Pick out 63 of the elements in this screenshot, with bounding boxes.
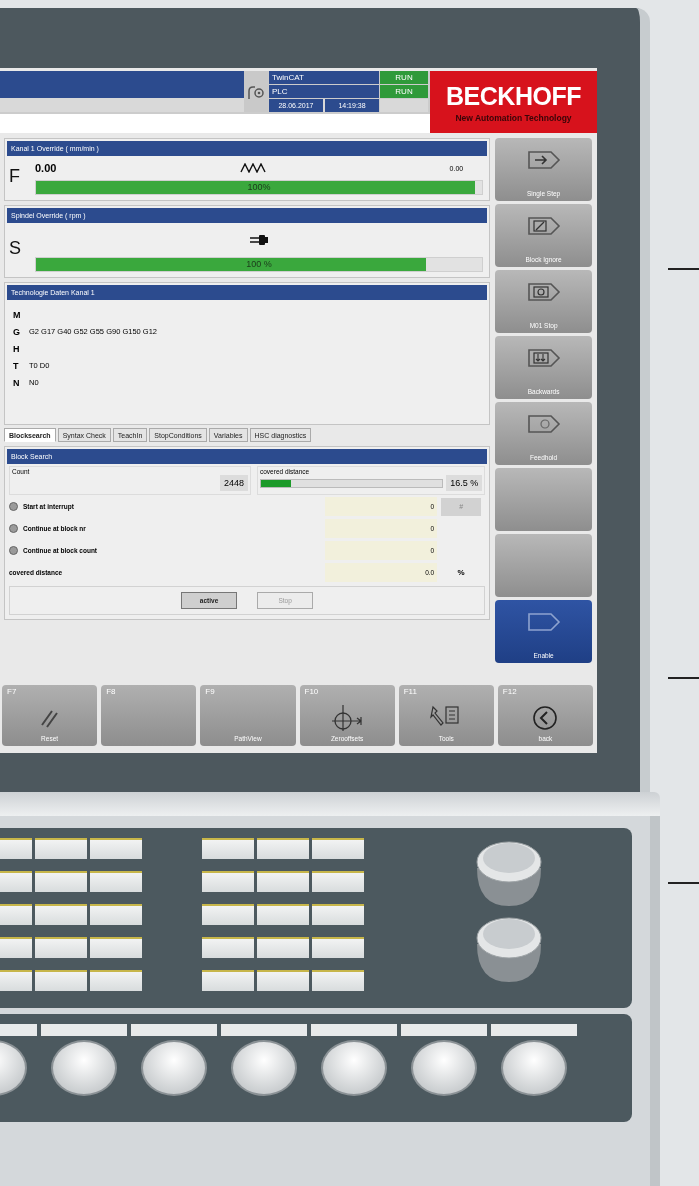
code-letter: H — [13, 343, 21, 354]
bar-reading: 100 % — [245, 258, 273, 271]
keypad-key[interactable] — [202, 871, 254, 892]
keypad-key[interactable] — [312, 937, 364, 958]
code-letter: N — [13, 377, 21, 388]
radio-button[interactable] — [9, 546, 18, 555]
axis-letter: S — [9, 238, 22, 259]
keypad-key[interactable] — [35, 904, 87, 925]
tag-icon — [525, 612, 562, 632]
zigzag-icon — [240, 163, 266, 173]
circle-tag-icon — [525, 414, 562, 434]
keypad-key[interactable] — [35, 937, 87, 958]
leader-line — [668, 882, 699, 884]
keypad-key[interactable] — [202, 970, 254, 991]
keypad-key[interactable] — [90, 871, 142, 892]
unit-label: % — [457, 568, 465, 577]
radio-button[interactable] — [9, 524, 18, 533]
logo-brand: BECKHOFF — [446, 81, 581, 111]
keypad-key[interactable] — [202, 904, 254, 925]
spindle-icon — [249, 234, 270, 246]
feed-value: 0.00 — [35, 162, 57, 174]
keypad-key[interactable] — [257, 970, 309, 991]
down-arrows-tag-icon — [525, 348, 562, 368]
keypad-key[interactable] — [90, 937, 142, 958]
softkey[interactable] — [495, 534, 592, 597]
keypad-key[interactable] — [90, 970, 142, 991]
arrow-tag-icon — [525, 150, 562, 170]
keypad-key[interactable] — [35, 838, 87, 859]
keypad-key[interactable] — [202, 838, 254, 859]
radio-button[interactable] — [9, 502, 18, 511]
keypad-key[interactable] — [202, 937, 254, 958]
distance-reading: 16.5 % — [446, 475, 483, 491]
slash-tag-icon — [525, 216, 562, 236]
keypad-key[interactable] — [257, 871, 309, 892]
leader-line — [668, 677, 699, 679]
status-state: RUN — [380, 71, 428, 84]
code-letter: G — [13, 326, 21, 337]
keypad-key[interactable] — [312, 871, 364, 892]
softkey[interactable] — [495, 468, 592, 531]
count-value: 2448 — [219, 475, 248, 491]
keypad-key[interactable] — [35, 871, 87, 892]
status-cell — [380, 99, 428, 113]
logo-tagline: New Automation Technology — [455, 112, 572, 123]
axis-letter: F — [9, 166, 21, 187]
bar-reading: 100% — [246, 181, 272, 194]
code-letter: T — [13, 360, 20, 371]
keypad-key[interactable] — [257, 838, 309, 859]
keypad-key[interactable] — [257, 904, 309, 925]
function-key[interactable]: F8 — [101, 685, 197, 746]
keypad-key[interactable] — [35, 970, 87, 991]
leader-line — [668, 268, 699, 270]
keypad-key[interactable] — [312, 904, 364, 925]
keypad-key[interactable] — [257, 937, 309, 958]
status-state: RUN — [380, 85, 428, 98]
status-label: TwinCAT — [269, 71, 379, 84]
machine-gear-icon — [247, 83, 265, 101]
code-letter: M — [13, 309, 22, 320]
status-label: PLC — [269, 85, 379, 98]
keypad-key[interactable] — [312, 838, 364, 859]
keypad-key[interactable] — [312, 970, 364, 991]
keypad-key[interactable] — [90, 904, 142, 925]
keypad-key[interactable] — [90, 838, 142, 859]
circle-tag-icon — [525, 282, 562, 302]
